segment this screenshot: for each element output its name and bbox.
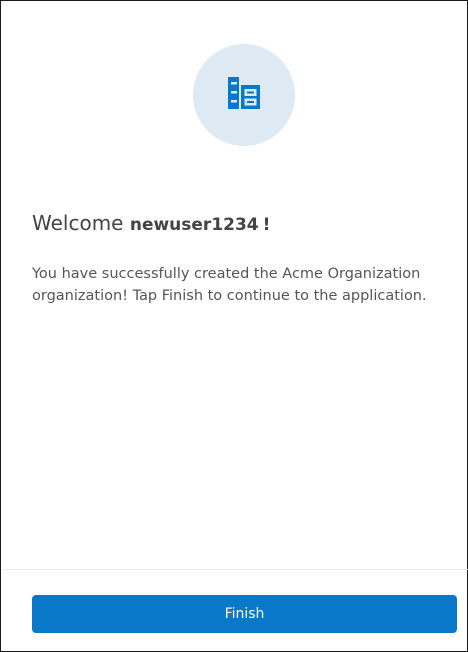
welcome-heading: Welcome newuser1234! [32, 211, 270, 235]
screen: Welcome newuser1234! You have successful… [0, 0, 468, 652]
footer-divider [2, 569, 468, 570]
welcome-username: newuser1234 [129, 215, 259, 235]
welcome-exclamation: ! [262, 215, 271, 235]
success-message: You have successfully created the Acme O… [32, 266, 427, 304]
building-icon [227, 76, 261, 114]
welcome-prefix: Welcome [32, 211, 124, 235]
organization-illustration [193, 44, 295, 146]
finish-button[interactable]: Finish [32, 595, 457, 633]
